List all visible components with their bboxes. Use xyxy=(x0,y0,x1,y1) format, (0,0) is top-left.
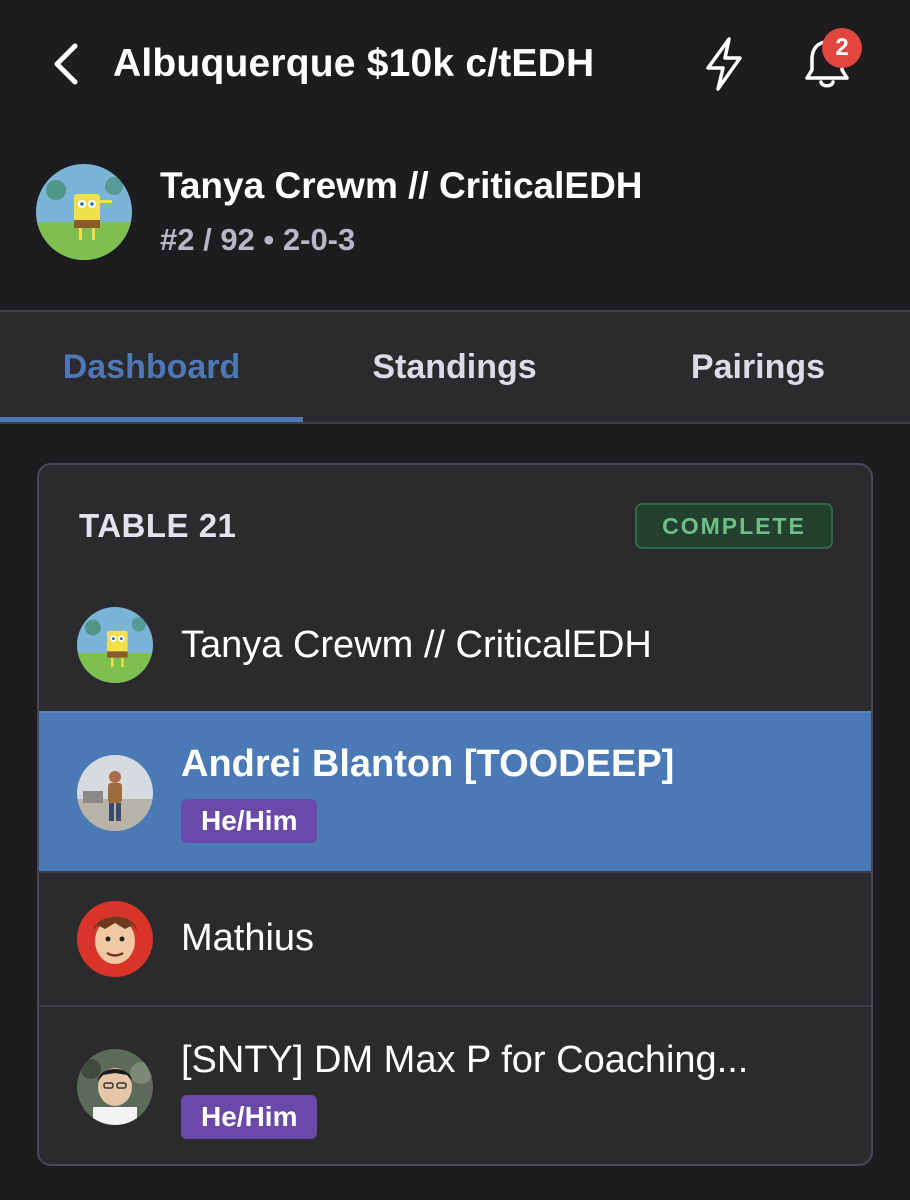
avatar xyxy=(36,164,132,260)
event-title: Albuquerque $10k c/tEDH xyxy=(113,42,595,85)
pronoun-badge: He/Him xyxy=(181,1095,318,1139)
quick-actions-button[interactable] xyxy=(696,34,752,94)
tab-bar: Dashboard Standings Pairings xyxy=(0,310,910,424)
table-title: TABLE 21 xyxy=(79,507,237,544)
avatar xyxy=(77,755,153,831)
chevron-left-icon xyxy=(51,42,81,86)
player-name: [SNTY] DM Max P for Coaching... xyxy=(181,1039,749,1081)
page: Albuquerque $10k c/tEDH 2 Tanya Crewm //… xyxy=(0,0,910,1200)
table-row[interactable]: Mathius xyxy=(39,871,871,1005)
tab-standings[interactable]: Standings xyxy=(303,312,606,422)
tab-dashboard[interactable]: Dashboard xyxy=(0,312,303,422)
player-name: Tanya Crewm // CriticalEDH xyxy=(181,624,652,666)
table-row[interactable]: [SNTY] DM Max P for Coaching... He/Him xyxy=(39,1005,871,1164)
back-button[interactable] xyxy=(40,38,92,90)
player-name: Andrei Blanton [TOODEEP] xyxy=(181,743,675,785)
notification-count-badge: 2 xyxy=(822,28,862,68)
avatar xyxy=(77,1049,153,1125)
status-badge: COMPLETE xyxy=(635,503,833,549)
player-name: Mathius xyxy=(181,917,315,959)
table-row[interactable]: Tanya Crewm // CriticalEDH xyxy=(39,583,871,711)
table-card: TABLE 21 COMPLETE Tanya Crewm // Critica… xyxy=(37,463,873,1166)
player-rank-record: #2 / 92 • 2-0-3 xyxy=(160,222,356,257)
top-bar: Albuquerque $10k c/tEDH 2 xyxy=(0,0,910,130)
pronoun-badge: He/Him xyxy=(181,799,318,843)
player-name: Tanya Crewm // CriticalEDH xyxy=(160,165,643,206)
avatar xyxy=(77,607,153,683)
active-tab-indicator xyxy=(0,417,303,422)
lightning-bolt-icon xyxy=(702,36,746,92)
table-row[interactable]: Andrei Blanton [TOODEEP] He/Him xyxy=(39,711,871,871)
tab-pairings[interactable]: Pairings xyxy=(606,312,910,422)
avatar xyxy=(77,901,153,977)
